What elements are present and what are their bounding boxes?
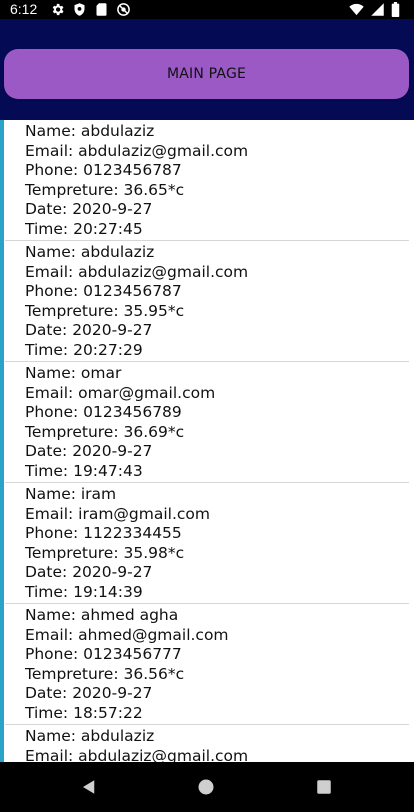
list-item[interactable]: Name: abdulaziz Email: abdulaziz@gmail.co… [5,120,409,241]
status-icons-right [349,2,400,17]
shield-icon [72,2,87,17]
list-item[interactable]: Name: ahmed agha Email: ahmed@gmail.com Ph… [5,604,409,725]
list-item[interactable]: Name: omar Email: omar@gmail.com Phone: 01… [5,362,409,483]
record-email: Email: iram@gmail.com [25,504,211,523]
record-email: Email: abdulaziz@gmail.com [25,746,249,763]
status-time: 6:12 [10,1,38,17]
home-icon[interactable] [195,776,217,798]
record-date: Date: 2020-9-27 [25,442,153,460]
main-page-button[interactable]: MAIN PAGE [4,49,409,99]
record-name: Name: abdulaziz [25,243,155,261]
record-temperature: Tempreture: 36.56*c [25,664,185,683]
record-date: Date: 2020-9-27 [25,321,153,339]
records-list[interactable]: Name: abdulaziz Email: abdulaziz@gmail.co… [0,120,414,762]
record-time: Time: 18:57:22 [25,703,143,722]
navigation-bar [0,762,414,812]
list-item[interactable]: Name: abdulaziz Email: abdulaziz@gmail.co… [5,725,409,762]
record-name: Name: abdulaziz [25,727,155,745]
status-icons-left [50,2,131,17]
signal-icon [370,2,385,17]
record-temperature: Tempreture: 36.65*c [25,180,185,199]
back-icon[interactable] [78,776,100,798]
record-name: Name: abdulaziz [25,122,155,140]
record-date: Date: 2020-9-27 [25,200,153,218]
status-bar: 6:12 [0,0,414,19]
record-temperature: Tempreture: 36.69*c [25,422,185,441]
list-item[interactable]: Name: abdulaziz Email: abdulaziz@gmail.co… [5,241,409,362]
record-phone: Phone: 0123456787 [25,282,182,300]
record-time: Time: 20:27:29 [25,340,143,359]
record-temperature: Tempreture: 35.95*c [25,301,185,320]
record-email: Email: ahmed@gmail.com [25,625,229,644]
record-name: Name: iram [25,485,117,503]
list-item[interactable]: Name: iram Email: iram@gmail.com Phone: 11… [5,483,409,604]
battery-icon [391,2,400,17]
app-header: MAIN PAGE [0,19,414,120]
record-time: Time: 20:27:45 [25,219,143,238]
record-time: Time: 19:14:39 [25,582,143,601]
gear-icon [50,2,65,17]
record-email: Email: abdulaziz@gmail.com [25,141,249,160]
record-name: Name: omar [25,364,122,382]
record-email: Email: abdulaziz@gmail.com [25,262,249,281]
record-phone: Phone: 1122334455 [25,524,182,542]
recents-icon[interactable] [313,776,335,798]
record-date: Date: 2020-9-27 [25,684,153,702]
record-email: Email: omar@gmail.com [25,383,216,402]
record-time: Time: 19:47:43 [25,461,143,480]
record-date: Date: 2020-9-27 [25,563,153,581]
record-phone: Phone: 0123456787 [25,161,182,179]
wifi-icon [349,2,364,17]
record-phone: Phone: 0123456777 [25,645,182,663]
record-name: Name: ahmed agha [25,606,179,624]
record-phone: Phone: 0123456789 [25,403,182,421]
record-temperature: Tempreture: 35.98*c [25,543,185,562]
no-tracking-icon [116,2,131,17]
sd-card-icon [94,2,109,17]
records-container: Name: abdulaziz Email: abdulaziz@gmail.co… [5,120,409,762]
